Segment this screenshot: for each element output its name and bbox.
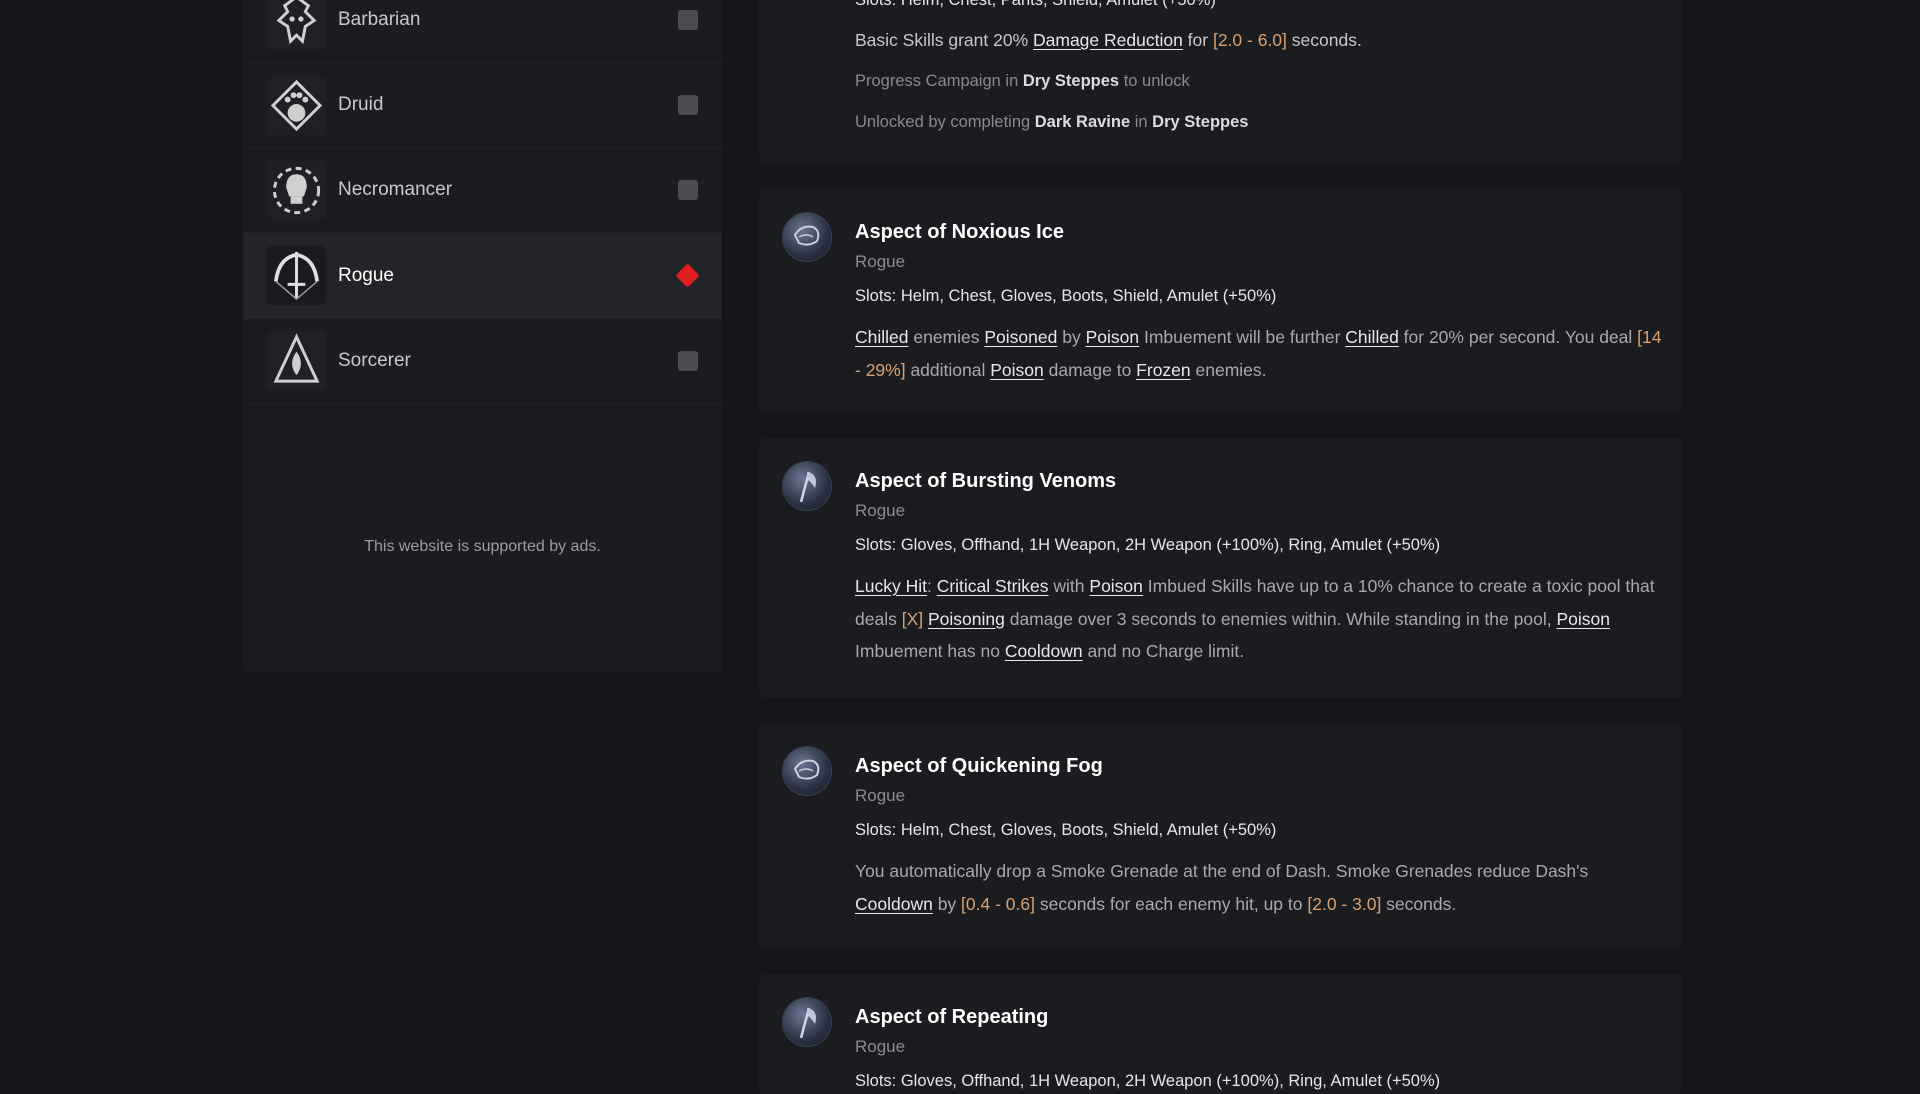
text-segment: seconds.: [1381, 893, 1457, 914]
text-segment: :: [926, 576, 937, 596]
class-filter-necromancer[interactable]: Necromancer: [243, 148, 722, 234]
aspect-title[interactable]: Aspect of Repeating: [855, 1006, 1048, 1029]
aspect-slots: Slots: Gloves, Offhand, 1H Weapon, 2H We…: [855, 1072, 1441, 1090]
aspect-description: Basic Skills grant 20% Damage Reduction …: [855, 24, 1665, 57]
text-segment: with: [1048, 576, 1090, 596]
aspect-class: Rogue: [855, 501, 906, 520]
barbarian-helm-icon: [267, 0, 326, 50]
aspect-slots: Slots: Helm, Chest, Pants, Shield, Amule…: [855, 0, 1216, 9]
keyword-link[interactable]: Frozen: [1136, 360, 1190, 380]
aspect-description: Lucky Hit: Critical Strikes with Poison …: [855, 570, 1665, 668]
aspect-title[interactable]: Aspect of Noxious Ice: [855, 221, 1064, 244]
keyword-link[interactable]: Poison: [1089, 576, 1143, 596]
aspect-description: You automatically drop a Smoke Grenade a…: [855, 855, 1665, 920]
aspect-slots: Slots: Helm, Chest, Gloves, Boots, Shiel…: [855, 821, 1277, 839]
aspect-offensive-icon: [783, 998, 831, 1046]
class-label: Sorcerer: [338, 349, 411, 371]
text-segment: by: [1057, 327, 1086, 347]
aspect-class: Rogue: [855, 252, 906, 271]
location-name: Dry Steppes: [1022, 72, 1120, 90]
aspect-defensive-icon: [783, 213, 831, 261]
keyword-link[interactable]: Chilled: [1345, 327, 1399, 347]
ads-notice: This website is supported by ads.: [364, 538, 601, 555]
value-range: [0.4 - 0.6]: [961, 893, 1035, 914]
text-segment: by: [932, 893, 962, 914]
value-range: [2.0 - 3.0]: [1307, 893, 1382, 914]
text-segment: for 20% per second. You deal: [1398, 327, 1638, 347]
druid-paw-icon: [267, 75, 326, 135]
aspect-class: Rogue: [855, 1037, 906, 1056]
unlock-info: Unlocked by completing Dark Ravine in Dr…: [855, 113, 1248, 132]
text-segment: You automatically drop a Smoke Grenade a…: [855, 861, 1589, 881]
class-checkbox[interactable]: [678, 350, 698, 371]
sorcerer-flame-icon: [267, 331, 326, 391]
text-segment: to unlock: [1119, 72, 1190, 90]
keyword-link[interactable]: Poisoned: [984, 327, 1057, 347]
rogue-bow-icon: [267, 246, 326, 306]
aspect-title[interactable]: Aspect of Quickening Fog: [855, 755, 1103, 778]
aspect-description: Chilled enemies Poisoned by Poison Imbue…: [855, 321, 1665, 386]
text-segment: Basic Skills grant 20%: [855, 30, 1033, 50]
value-range: [X]: [901, 608, 924, 629]
class-checkbox[interactable]: [678, 10, 698, 30]
text-segment: enemies: [908, 327, 985, 347]
keyword-link[interactable]: Poisoning: [928, 609, 1005, 629]
value-range: [2.0 - 6.0]: [1212, 30, 1287, 50]
location-name: Dark Ravine: [1034, 113, 1131, 131]
class-label: Rogue: [338, 264, 394, 286]
keyword-link[interactable]: Lucky Hit: [855, 576, 927, 596]
keyword-link[interactable]: Poison: [1556, 609, 1610, 629]
selected-indicator[interactable]: [675, 263, 700, 288]
text-segment: damage over 3 seconds to enemies within.…: [1004, 608, 1557, 629]
text-segment: Unlocked by completing: [855, 113, 1035, 131]
class-checkbox[interactable]: [678, 180, 698, 201]
aspect-offensive-icon: [783, 462, 831, 510]
keyword-link[interactable]: Cooldown: [1005, 641, 1083, 661]
text-segment: Progress Campaign in: [855, 72, 1023, 90]
class-filter-rogue[interactable]: Rogue: [243, 233, 722, 319]
class-filter-sorcerer[interactable]: Sorcerer: [243, 319, 722, 404]
text-segment: Imbuement has no: [855, 641, 1005, 661]
text-segment: seconds for each enemy hit, up to: [1034, 893, 1308, 914]
class-label: Barbarian: [338, 9, 421, 30]
text-segment: Imbuement will be further: [1139, 327, 1346, 347]
keyword-link[interactable]: Poison: [1086, 327, 1140, 347]
unlock-requirement: Progress Campaign in Dry Steppes to unlo…: [855, 72, 1190, 91]
class-filter-sidebar: This website is supported by ads. Barbar…: [243, 0, 722, 673]
keyword-link[interactable]: Poison: [990, 360, 1044, 380]
necromancer-skull-icon: [267, 160, 326, 220]
aspect-class: Rogue: [855, 786, 906, 805]
class-filter-barbarian[interactable]: Barbarian: [243, 0, 722, 63]
text-segment: damage to: [1043, 359, 1137, 380]
text-segment: enemies.: [1190, 359, 1267, 380]
keyword-link[interactable]: Critical Strikes: [937, 576, 1049, 596]
aspect-slots: Slots: Helm, Chest, Gloves, Boots, Shiel…: [855, 287, 1277, 305]
text-segment: for: [1182, 30, 1213, 50]
location-name: Dry Steppes: [1152, 113, 1249, 131]
aspect-defensive-icon: [783, 747, 831, 795]
aspect-title[interactable]: Aspect of Bursting Venoms: [855, 470, 1116, 493]
keyword-link[interactable]: Damage Reduction: [1033, 30, 1183, 50]
class-checkbox[interactable]: [678, 95, 698, 116]
keyword-link[interactable]: Cooldown: [855, 894, 933, 914]
class-label: Necromancer: [338, 179, 453, 201]
class-filter-druid[interactable]: Druid: [243, 63, 722, 149]
aspect-slots: Slots: Gloves, Offhand, 1H Weapon, 2H We…: [855, 536, 1441, 554]
text-segment: in: [1130, 113, 1153, 131]
text-segment: additional: [905, 359, 991, 380]
text-segment: seconds.: [1286, 30, 1362, 50]
keyword-link[interactable]: Chilled: [855, 327, 909, 347]
text-segment: and no Charge limit.: [1082, 641, 1245, 661]
class-label: Druid: [338, 94, 384, 116]
